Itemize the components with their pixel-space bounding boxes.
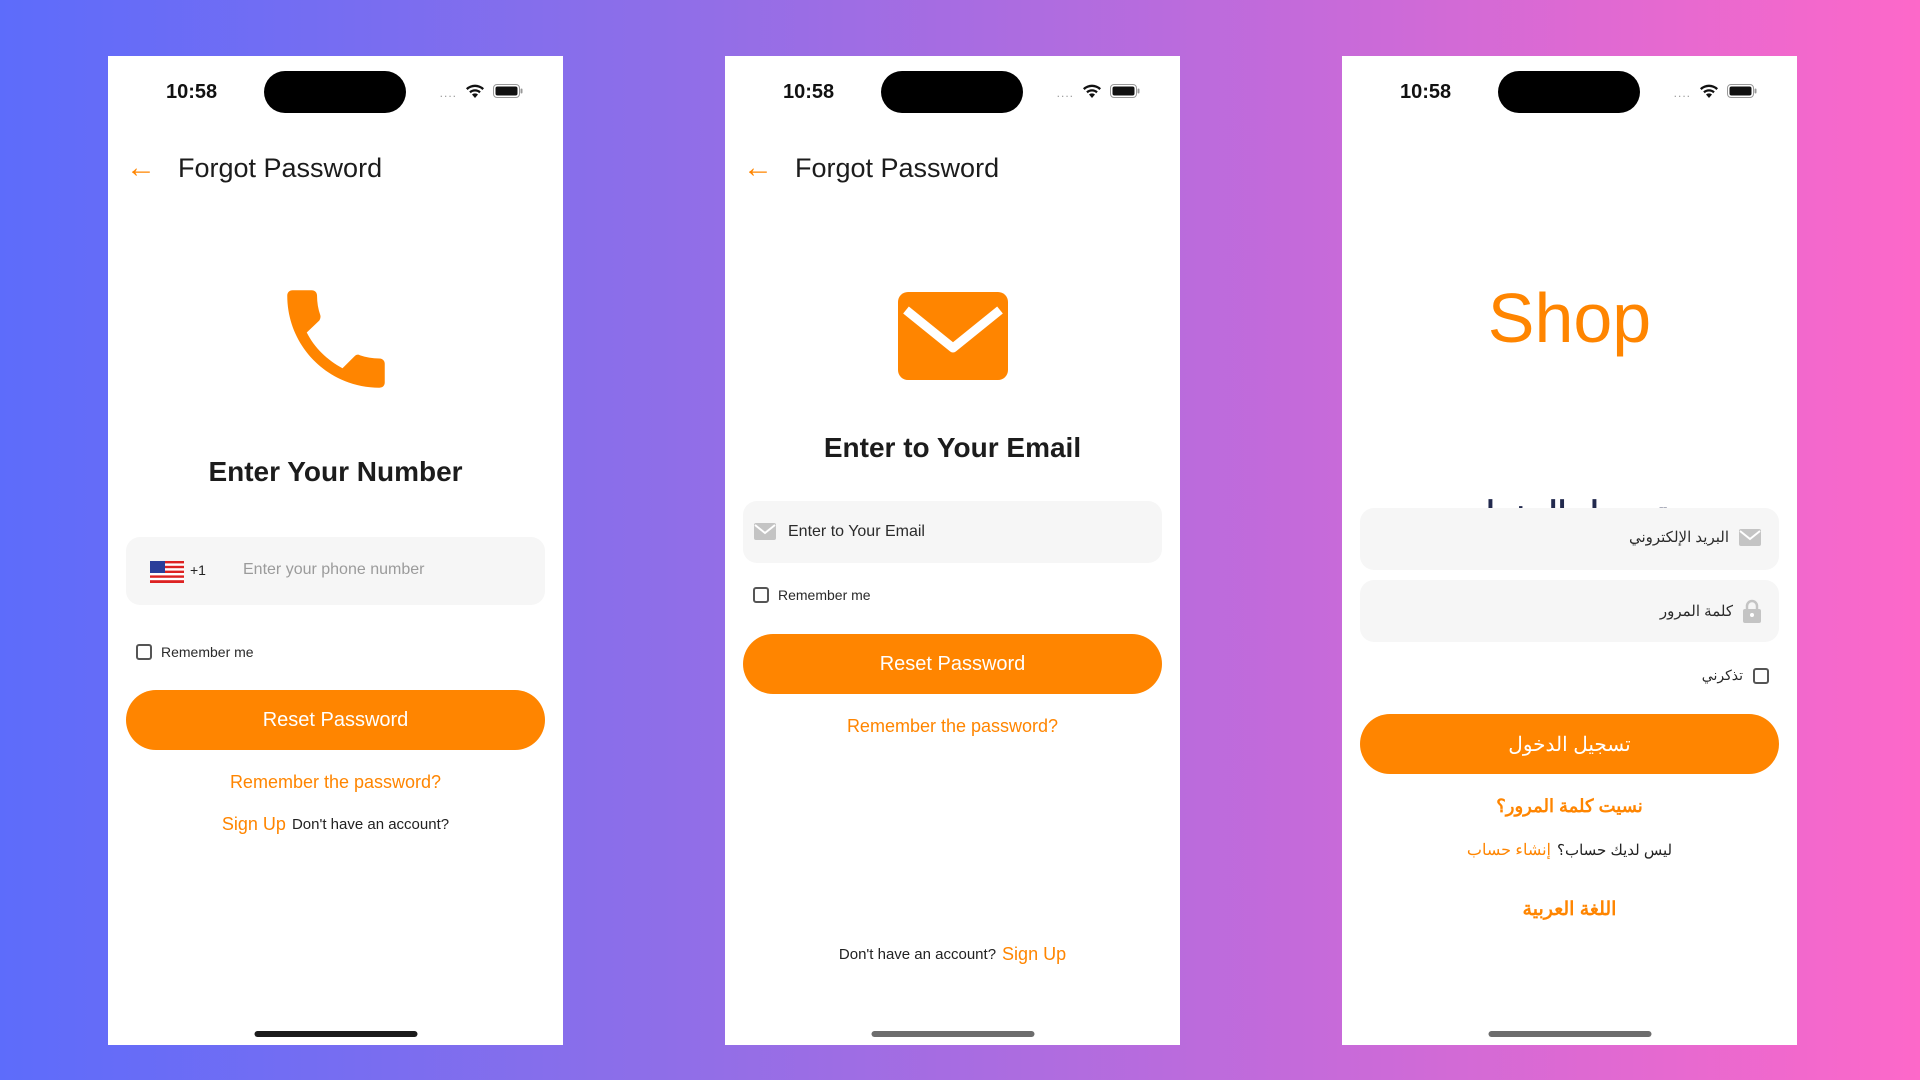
- home-indicator[interactable]: [254, 1031, 417, 1037]
- home-indicator[interactable]: [871, 1031, 1034, 1037]
- language-link[interactable]: اللغة العربية: [1342, 898, 1797, 921]
- signup-link[interactable]: Sign Up: [1002, 944, 1066, 965]
- password-field[interactable]: كلمة المرور: [1360, 580, 1779, 642]
- remember-me-row[interactable]: Remember me: [136, 644, 254, 660]
- remember-me-label: Remember me: [778, 587, 871, 603]
- us-flag-icon[interactable]: [150, 561, 184, 583]
- signup-row: Don't have an account? Sign Up: [725, 944, 1180, 965]
- phone-screen-login-arabic: 10:58 .... Shop تسجيل الدخول البريد الإل…: [1342, 56, 1797, 1045]
- no-account-text: Don't have an account?: [838, 946, 997, 963]
- remember-password-link[interactable]: Remember the password?: [725, 716, 1180, 737]
- email-input[interactable]: البريد الإلكتروني: [1629, 528, 1729, 546]
- password-input[interactable]: كلمة المرور: [1660, 602, 1733, 620]
- heading: Enter Your Number: [208, 456, 463, 487]
- status-time: 10:58: [1400, 81, 1452, 103]
- back-arrow-icon[interactable]: ←: [126, 153, 156, 183]
- remember-me-label: Remember me: [161, 644, 254, 660]
- signup-row: ليس لديك حساب؟ إنشاء حساب: [1342, 840, 1797, 860]
- wifi-icon: [1083, 84, 1101, 98]
- status-icons: ....: [1057, 82, 1140, 100]
- battery-icon: [493, 84, 523, 98]
- signup-link[interactable]: Sign Up: [222, 814, 286, 835]
- wifi-icon: [1700, 84, 1718, 98]
- page-title: Forgot Password: [795, 152, 1000, 183]
- no-account-text: ليس لديك حساب؟: [1557, 842, 1673, 859]
- remember-me-checkbox[interactable]: [1753, 667, 1769, 684]
- remember-password-link[interactable]: Remember the password?: [108, 772, 563, 793]
- email-input[interactable]: Enter to Your Email: [788, 523, 925, 541]
- remember-me-checkbox[interactable]: [136, 644, 152, 660]
- status-bar: 10:58 ....: [108, 56, 563, 116]
- status-time: 10:58: [166, 81, 218, 103]
- dynamic-island: [264, 71, 406, 113]
- phone-number-field[interactable]: +1 Enter your phone number: [126, 537, 545, 605]
- shop-logo: Shop: [1487, 279, 1652, 357]
- status-bar: 10:58 ....: [725, 56, 1180, 116]
- remember-me-checkbox[interactable]: [753, 587, 769, 603]
- back-arrow-icon[interactable]: ←: [743, 153, 773, 183]
- home-indicator[interactable]: [1488, 1031, 1651, 1037]
- battery-icon: [1727, 84, 1757, 98]
- signup-link[interactable]: إنشاء حساب: [1467, 840, 1551, 860]
- page-title: Forgot Password: [178, 152, 383, 183]
- country-code[interactable]: +1: [190, 562, 206, 578]
- phone-screen-forgot-email: 10:58 .... ← Forgot Password Enter to Yo…: [725, 56, 1180, 1045]
- phone-screen-forgot-number: 10:58 .... ← Forgot Password Enter Your …: [108, 56, 563, 1045]
- wifi-icon: [466, 84, 484, 98]
- no-account-text: Don't have an account?: [291, 816, 450, 833]
- email-field[interactable]: Enter to Your Email: [743, 501, 1162, 563]
- password-row[interactable]: كلمة المرور: [1660, 599, 1761, 623]
- signal-dots: ....: [1673, 86, 1691, 100]
- login-button[interactable]: تسجيل الدخول: [1360, 714, 1779, 774]
- status-icons: ....: [1674, 82, 1757, 100]
- email-row[interactable]: البريد الإلكتروني: [1629, 528, 1761, 546]
- navbar: ← Forgot Password: [126, 146, 382, 190]
- phone-icon: [286, 290, 385, 388]
- reset-password-button[interactable]: Reset Password: [126, 690, 545, 750]
- phone-input[interactable]: Enter your phone number: [243, 561, 424, 579]
- remember-me-row[interactable]: تذكرني: [1702, 667, 1769, 684]
- email-field[interactable]: البريد الإلكتروني: [1360, 508, 1779, 570]
- signup-row: Sign Up Don't have an account?: [108, 814, 563, 835]
- remember-me-label: تذكرني: [1701, 667, 1743, 683]
- navbar: ← Forgot Password: [743, 146, 999, 190]
- status-icons: ....: [440, 82, 523, 100]
- reset-password-button[interactable]: Reset Password: [743, 634, 1162, 694]
- mail-icon: [897, 292, 1008, 380]
- lock-icon: [1743, 599, 1761, 623]
- dynamic-island: [1498, 71, 1640, 113]
- signal-dots: ....: [439, 86, 457, 100]
- mail-small-icon: [754, 523, 776, 540]
- battery-icon: [1110, 84, 1140, 98]
- dynamic-island: [881, 71, 1023, 113]
- signal-dots: ....: [1056, 86, 1074, 100]
- mail-small-icon: [1739, 528, 1761, 546]
- forgot-password-link[interactable]: نسيت كلمة المرور؟: [1342, 796, 1797, 817]
- status-time: 10:58: [783, 81, 835, 103]
- remember-me-row[interactable]: Remember me: [753, 587, 871, 603]
- status-bar: 10:58 ....: [1342, 56, 1797, 116]
- heading: Enter to Your Email: [823, 432, 1082, 463]
